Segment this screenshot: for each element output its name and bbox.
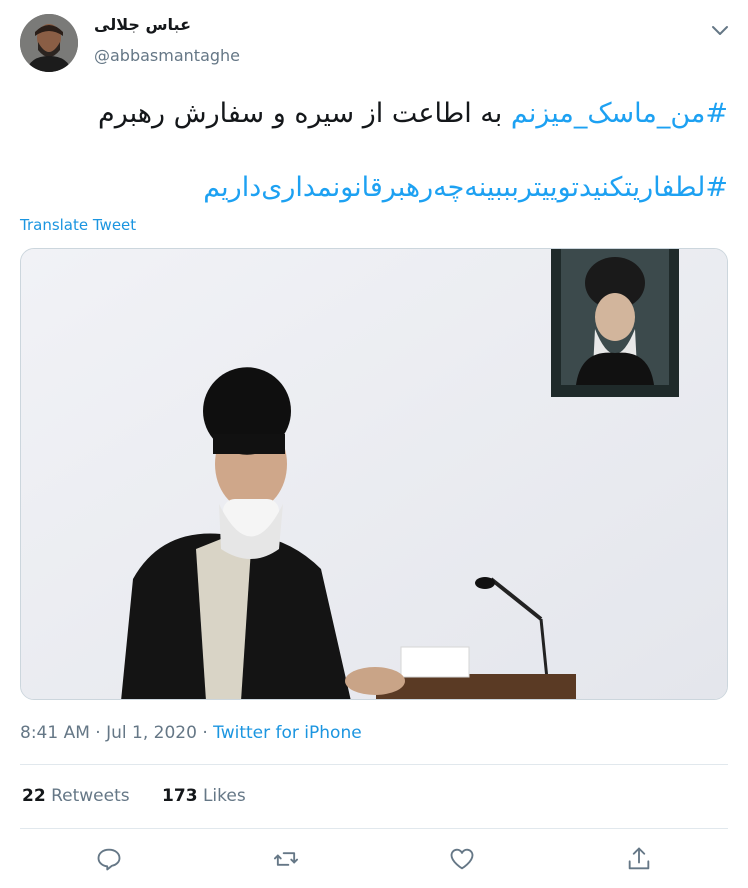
- chevron-down-icon[interactable]: [708, 18, 732, 42]
- hashtag-link[interactable]: #لطفاریتکنیدتوییتربببینه‌چه‌رهبرقانونمدا…: [203, 172, 728, 203]
- tweet-meta: 8:41 AM · Jul 1, 2020 · Twitter for iPho…: [20, 723, 362, 743]
- retweets-label: Retweets: [51, 786, 130, 806]
- translate-tweet-link[interactable]: Translate Tweet: [20, 216, 136, 234]
- share-icon[interactable]: [625, 845, 653, 873]
- divider: [20, 764, 728, 765]
- author-name[interactable]: عباس جلالی: [94, 15, 191, 34]
- tweet-photo[interactable]: [20, 248, 728, 700]
- tweet-text-line-1: #من_ماسک_میزنم به اطاعت از سیره و سفارش …: [98, 98, 728, 129]
- tweet-time[interactable]: 8:41 AM: [20, 723, 90, 743]
- likes-label: Likes: [202, 786, 246, 806]
- divider: [20, 828, 728, 829]
- separator: ·: [95, 723, 101, 743]
- retweets-stat[interactable]: 22 Retweets: [22, 786, 130, 806]
- author-handle[interactable]: @abbasmantaghe: [94, 46, 240, 65]
- tweet-text: به اطاعت از سیره و سفارش رهبرم: [98, 98, 511, 129]
- hashtag-link[interactable]: #من_ماسک_میزنم: [511, 98, 728, 129]
- reply-icon[interactable]: [95, 845, 123, 873]
- likes-stat[interactable]: 173 Likes: [162, 786, 246, 806]
- likes-count: 173: [162, 786, 198, 806]
- tweet-stats: 22 Retweets 173 Likes: [22, 786, 246, 806]
- avatar[interactable]: [20, 14, 78, 72]
- tweet-date[interactable]: Jul 1, 2020: [106, 723, 197, 743]
- tweet-source-link[interactable]: Twitter for iPhone: [213, 723, 362, 743]
- retweet-icon[interactable]: [272, 845, 300, 873]
- retweets-count: 22: [22, 786, 46, 806]
- heart-icon[interactable]: [448, 845, 476, 873]
- separator: ·: [202, 723, 208, 743]
- tweet-text-line-2: #لطفاریتکنیدتوییتربببینه‌چه‌رهبرقانونمدا…: [203, 172, 728, 203]
